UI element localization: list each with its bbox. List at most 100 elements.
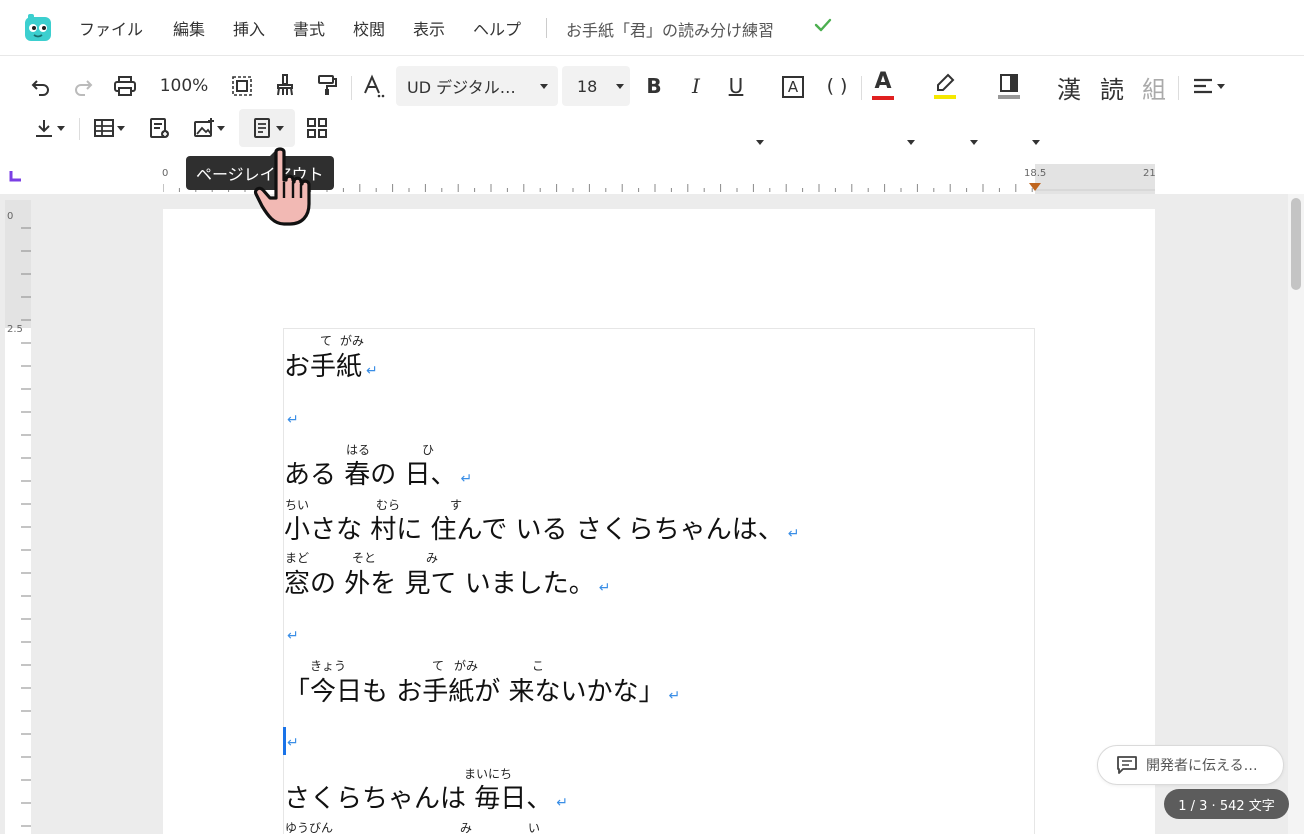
- chevron-down-icon: [616, 84, 624, 89]
- menu-divider: [546, 18, 547, 38]
- align-button[interactable]: [1190, 72, 1226, 100]
- boxed-text-button[interactable]: A: [782, 76, 804, 98]
- border-swatch: [998, 94, 1020, 99]
- paragraph-mark: ↵: [598, 580, 611, 596]
- redo-icon: [75, 80, 93, 96]
- chevron-down-icon[interactable]: [970, 140, 978, 145]
- undo-icon: [31, 80, 49, 96]
- paragraph-mark: ↵: [366, 363, 378, 379]
- menu-review[interactable]: 校閲: [353, 16, 385, 40]
- doc-line-5[interactable]: さくらちゃんは 毎日、 ↵: [284, 778, 568, 815]
- kanji-button[interactable]: 漢: [1057, 70, 1081, 105]
- ruler-corner: [0, 160, 32, 194]
- note-add-icon: [150, 118, 169, 138]
- menu-insert[interactable]: 挿入: [233, 16, 265, 40]
- format-painter-button[interactable]: [312, 70, 342, 100]
- vertical-scrollbar[interactable]: [1288, 194, 1304, 834]
- insert-table-button[interactable]: [90, 114, 128, 142]
- paragraph-mark: ↵: [287, 412, 299, 428]
- tab-stop-icon[interactable]: [8, 168, 24, 184]
- ruby-yuubin: ゆうびん: [285, 821, 334, 835]
- font-color-button[interactable]: A: [868, 68, 898, 102]
- underline-button[interactable]: U: [722, 72, 750, 100]
- right-indent-marker-icon[interactable]: [1029, 183, 1041, 193]
- menu-edit[interactable]: 編集: [173, 16, 205, 40]
- app-logo-icon[interactable]: [24, 14, 52, 42]
- doc-line-3[interactable]: 窓の 外を 見て いました。 ↵: [284, 563, 611, 600]
- chevron-down-icon: [57, 125, 65, 131]
- feedback-label: 開発者に伝える…: [1146, 758, 1258, 774]
- chevron-down-icon[interactable]: [907, 140, 915, 145]
- align-left-icon: [1193, 78, 1212, 94]
- page-layout-button[interactable]: [239, 109, 295, 147]
- menu-file[interactable]: ファイル: [79, 16, 143, 40]
- font-size-select[interactable]: 18: [562, 66, 630, 106]
- table-icon: [94, 119, 114, 137]
- ruby-i: い: [528, 821, 541, 835]
- menu-format[interactable]: 書式: [293, 16, 325, 40]
- feedback-button[interactable]: 開発者に伝える…: [1097, 745, 1284, 785]
- ruby-mi-2: み: [460, 821, 473, 835]
- ruler-label-end: 21: [1143, 168, 1156, 179]
- menu-bar: ファイル 編集 挿入 書式 校閲 表示 ヘルプ お手紙「君」の読み分け練習: [0, 0, 1304, 56]
- scrollbar-thumb[interactable]: [1291, 198, 1301, 290]
- paragraph-mark: ↵: [556, 795, 568, 811]
- highlight-button[interactable]: [930, 68, 960, 102]
- reading-button[interactable]: 読: [1100, 70, 1124, 105]
- bold-button[interactable]: B: [640, 72, 668, 100]
- undo-button[interactable]: [26, 72, 56, 100]
- chevron-down-icon[interactable]: [1032, 140, 1040, 145]
- ruler-label-right-margin: 18.5: [1024, 168, 1047, 179]
- clear-format-button[interactable]: [270, 70, 300, 100]
- border-button[interactable]: [994, 68, 1024, 102]
- chevron-down-icon: [540, 84, 548, 89]
- zoom-level[interactable]: 100%: [158, 74, 210, 98]
- hand-cursor-icon: [253, 147, 311, 226]
- paragraph-mark: ↵: [787, 526, 800, 542]
- font-style-icon: [364, 74, 385, 98]
- menu-view[interactable]: 表示: [413, 16, 445, 40]
- chevron-down-icon: [217, 125, 225, 131]
- insert-image-button[interactable]: [190, 114, 228, 142]
- menu-help[interactable]: ヘルプ: [473, 16, 521, 40]
- kumi-button[interactable]: 組: [1142, 70, 1166, 105]
- document-title[interactable]: お手紙「君」の読み分け練習: [566, 17, 774, 41]
- apps-grid-button[interactable]: [302, 114, 332, 142]
- select-frame-icon: [232, 76, 252, 96]
- chevron-down-icon: [275, 125, 284, 131]
- chevron-down-icon: [1216, 83, 1225, 89]
- print-button[interactable]: [110, 72, 140, 100]
- redo-button[interactable]: [68, 72, 98, 100]
- brush-icon: [277, 74, 293, 96]
- ruler-right-margin: [1035, 164, 1155, 194]
- select-all-button[interactable]: [228, 72, 256, 100]
- text-style-button[interactable]: [358, 70, 390, 102]
- doc-line-2[interactable]: 小さな 村に 住んで いる さくらちゃんは、 ↵: [284, 509, 800, 546]
- saved-check-icon: [814, 18, 832, 32]
- insert-note-button[interactable]: [144, 114, 174, 142]
- paragraph-mark: ↵: [287, 628, 299, 644]
- doc-line-1[interactable]: ある 春の 日、 ↵: [284, 454, 472, 491]
- grid-icon: [307, 118, 327, 138]
- font-family-select[interactable]: UD デジタル…: [396, 66, 558, 106]
- parentheses-button[interactable]: ( ): [820, 72, 854, 100]
- italic-button[interactable]: I: [682, 72, 710, 100]
- border-icon: [1000, 73, 1018, 92]
- download-button[interactable]: [30, 114, 68, 142]
- v-ruler-label-0: 0: [7, 211, 14, 222]
- paint-roller-icon: [318, 75, 337, 95]
- page-layout-icon: [253, 118, 270, 138]
- paragraph-mark: ↵: [287, 735, 299, 751]
- doc-line-title[interactable]: お手紙 ↵: [284, 346, 378, 383]
- chevron-down-icon[interactable]: [756, 140, 764, 145]
- font-size-value: 18: [577, 76, 598, 96]
- paragraph-mark: ↵: [460, 471, 473, 487]
- page-char-counter: 1 / 3 · 542 文字: [1164, 789, 1289, 819]
- font-color-swatch: [872, 95, 894, 100]
- ruler-right-margin-ticks: [1035, 189, 1155, 191]
- doc-line-4[interactable]: 「今日も お手紙が 来ないかな」 ↵: [284, 671, 680, 708]
- chevron-down-icon: [117, 125, 125, 131]
- printer-icon: [114, 76, 136, 96]
- font-family-value: UD デジタル…: [407, 78, 516, 97]
- ruler-label-start: 0: [162, 168, 169, 179]
